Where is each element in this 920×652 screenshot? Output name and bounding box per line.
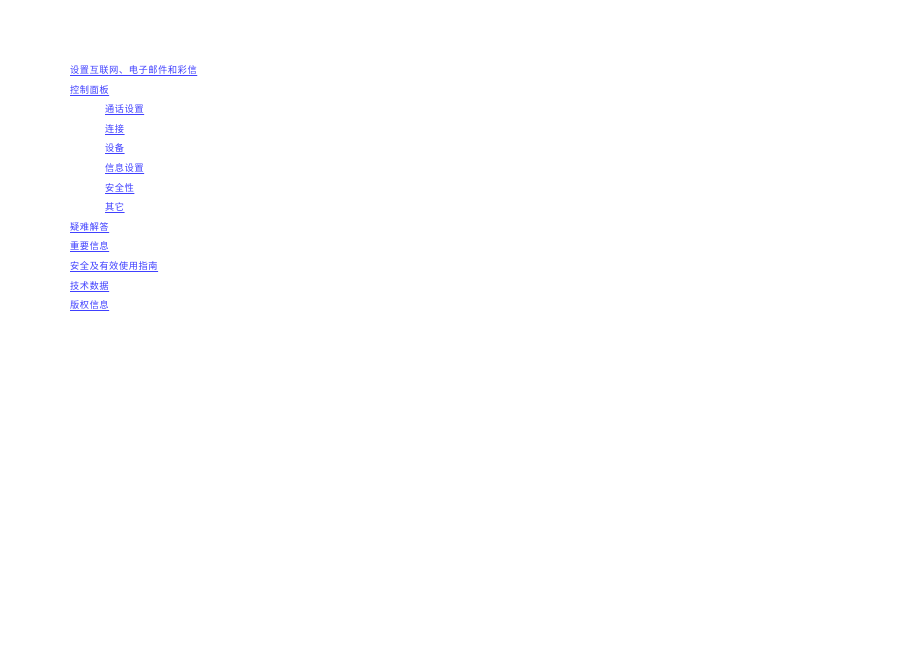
toc-entry: 通话设置 xyxy=(99,97,830,117)
toc-link[interactable]: 版权信息 xyxy=(70,296,109,316)
toc-entry: 安全及有效使用指南 xyxy=(70,254,830,274)
toc-entry: 设置互联网、电子邮件和彩信 xyxy=(70,58,830,78)
toc-entry: 连接 xyxy=(99,117,830,137)
toc-entry: 信息设置 xyxy=(99,156,830,176)
table-of-contents: 设置互联网、电子邮件和彩信 控制面板 通话设置 连接 设备 信息设置 安全性 其它 疑难解答 重要… xyxy=(70,58,830,313)
toc-entry: 技术数据 xyxy=(70,274,830,294)
toc-entry: 其它 xyxy=(99,195,830,215)
toc-entry: 设备 xyxy=(99,136,830,156)
toc-entry: 安全性 xyxy=(99,176,830,196)
toc-entry: 重要信息 xyxy=(70,234,830,254)
toc-entry: 版权信息 xyxy=(70,293,830,313)
toc-entry: 疑难解答 xyxy=(70,215,830,235)
document-page: 设置互联网、电子邮件和彩信 控制面板 通话设置 连接 设备 信息设置 安全性 其它 疑难解答 重要… xyxy=(0,0,920,652)
